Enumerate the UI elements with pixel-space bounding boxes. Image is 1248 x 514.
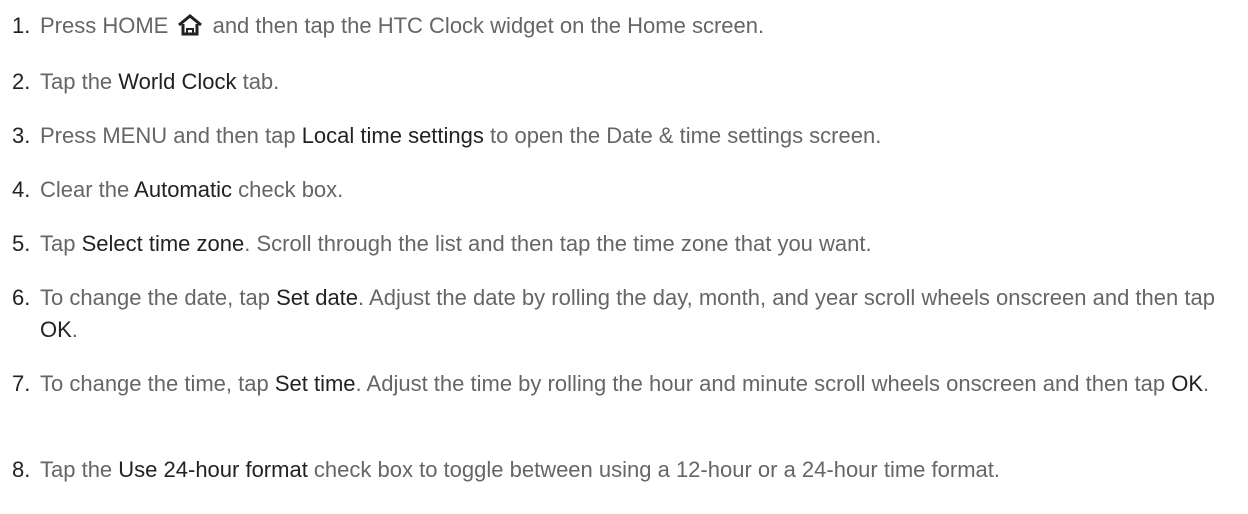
step-text-part: and then tap the HTC Clock widget on the…: [206, 13, 765, 38]
step-text-part: tab.: [236, 69, 280, 94]
step-text-part: .: [71, 317, 78, 342]
step-text-part: Tap the: [40, 457, 119, 482]
step-text-part: to open the Date & time settings screen.: [483, 123, 882, 148]
step-number: 6.: [12, 285, 31, 310]
step-text-part: To change the time, tap: [40, 371, 275, 396]
step-text-part: To change the date, tap: [40, 285, 277, 310]
ui-term: World Clock: [118, 69, 237, 94]
step-text-part: check box to toggle between using a 12-h…: [307, 457, 1000, 482]
ui-term: Automatic: [134, 177, 232, 202]
step-text-part: . Adjust the date by rolling the day, mo…: [358, 285, 1215, 310]
step-text: Tap the World Clock tab.: [40, 66, 1230, 98]
step-text-part: Press MENU and then tap: [40, 123, 302, 148]
step-text-part: . Scroll through the list and then tap t…: [244, 231, 872, 256]
step-number: 2.: [12, 69, 31, 94]
step-text: To change the time, tap Set time. Adjust…: [40, 368, 1230, 400]
step-text-part: Clear the: [40, 177, 135, 202]
step-text-part: Tap: [40, 231, 82, 256]
step-number: 3.: [12, 123, 31, 148]
step-text: Tap the Use 24-hour format check box to …: [40, 454, 1230, 486]
step-text: Tap Select time zone. Scroll through the…: [40, 228, 1230, 260]
step-text-part: .: [1203, 371, 1210, 396]
step-text-part: Press HOME: [40, 13, 175, 38]
ui-term: OK: [40, 317, 72, 342]
home-icon: [176, 13, 204, 36]
ui-term: Set time: [274, 371, 356, 396]
step-text: To change the date, tap Set date. Adjust…: [40, 282, 1230, 346]
step-number: 1.: [12, 13, 31, 38]
step-text-part: check box.: [232, 177, 344, 202]
ui-term: OK: [1171, 371, 1204, 396]
step-number: 5.: [12, 231, 31, 256]
ui-term: Use 24-hour format: [118, 457, 308, 482]
step-text-part: . Adjust the time by rolling the hour an…: [355, 371, 1172, 396]
step-text: Press HOME and then tap the HTC Clock wi…: [40, 10, 1230, 42]
ui-term: Set date: [276, 285, 359, 310]
step-text-part: Tap the: [40, 69, 119, 94]
step-text: Press MENU and then tap Local time setti…: [40, 120, 1230, 152]
step-number: 4.: [12, 177, 31, 202]
step-number: 8.: [12, 457, 31, 482]
ui-term: Select time zone: [81, 231, 245, 256]
step-number: 7.: [12, 371, 31, 396]
step-text: Clear the Automatic check box.: [40, 174, 1230, 206]
ui-term: Local time settings: [301, 123, 484, 148]
